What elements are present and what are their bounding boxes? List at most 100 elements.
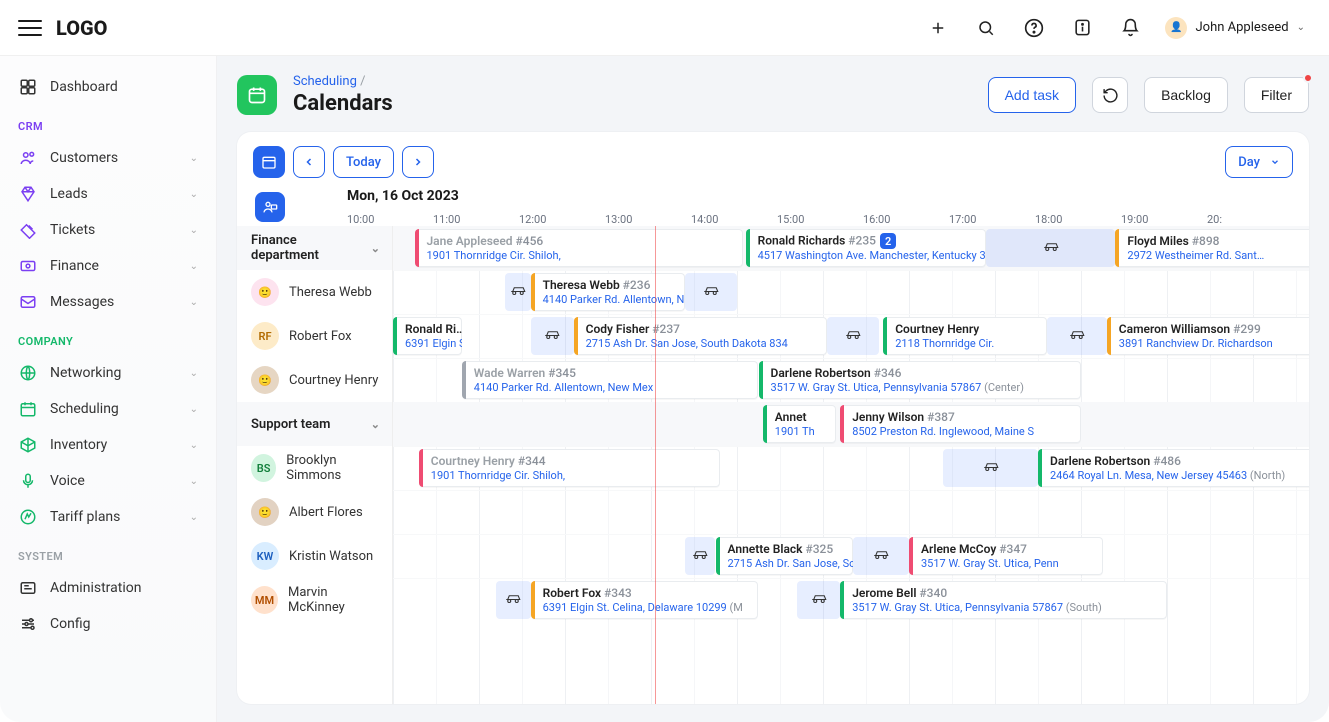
sidebar-item-networking[interactable]: Networking⌄ [8, 356, 208, 390]
travel-block[interactable] [685, 273, 737, 311]
event-address: 3517 W. Gray St. Utica, Penn [921, 557, 1059, 571]
event-address: 2464 Royal Ln. Mesa, New Jersey 45463 (N… [1050, 469, 1285, 483]
travel-block[interactable] [496, 581, 530, 619]
filter-active-indicator [1303, 73, 1313, 83]
info-icon[interactable] [1065, 11, 1099, 45]
sidebar-item-scheduling[interactable]: Scheduling⌄ [8, 392, 208, 426]
sidebar-item-dashboard[interactable]: Dashboard [8, 70, 208, 104]
calendar-event[interactable]: Jerome Bell #3403517 W. Gray St. Utica, … [840, 581, 1167, 619]
time-tick: 19:00 [1121, 213, 1207, 226]
date-label: Mon, 16 Oct 2023 [347, 188, 1293, 208]
resource-row[interactable]: KWKristin Watson [237, 542, 381, 570]
today-button[interactable]: Today [333, 146, 394, 178]
time-tick: 14:00 [691, 213, 777, 226]
menu-toggle[interactable] [18, 16, 42, 40]
travel-block[interactable] [986, 229, 1115, 267]
resource-row[interactable]: BSBrooklyn Simmons [237, 453, 392, 483]
chevron-down-icon: ⌄ [190, 297, 198, 308]
avatar: 🙂 [251, 366, 279, 394]
date-row: Mon, 16 Oct 2023 10:0011:0012:0013:0014:… [237, 188, 1309, 226]
calendar-event[interactable]: Darlene Robertson #4862464 Royal Ln. Mes… [1038, 449, 1309, 487]
resource-name: Robert Fox [289, 329, 352, 344]
resource-row[interactable]: 🙂Theresa Webb [237, 278, 380, 306]
event-title: Wade Warren #345 [474, 366, 653, 381]
calendar-event[interactable]: Darlene Robertson #3463517 W. Gray St. U… [759, 361, 1082, 399]
car-icon [872, 548, 890, 564]
sidebar-item-label: Customers [50, 150, 178, 166]
event-address: 2972 Westheimer Rd. Sant… [1127, 249, 1264, 263]
page-header: Scheduling / Calendars Add task Backlog … [237, 74, 1309, 116]
calendar-event[interactable]: Annette Black #3252715 Ash Dr. San Jose,… [716, 537, 854, 575]
add-task-button[interactable]: Add task [988, 77, 1076, 113]
travel-block[interactable] [1047, 317, 1107, 355]
resource-group[interactable]: Support team⌄ [237, 417, 392, 432]
resource-row[interactable]: 🙂Courtney Henry [237, 366, 386, 394]
calendar-event[interactable]: Jane Appleseed #4561901 Thornridge Cir. … [415, 229, 744, 267]
calendar-event[interactable]: Jenny Wilson #3878502 Preston Rd. Inglew… [840, 405, 1081, 443]
next-day-button[interactable] [402, 146, 434, 178]
calendar-event[interactable]: Courtney Henry2118 Thornridge Cir. [883, 317, 1046, 355]
travel-block[interactable] [531, 317, 574, 355]
event-address: 2715 Ash Dr. San Jose, Sout [728, 557, 846, 571]
travel-block[interactable] [505, 273, 531, 311]
event-address: 6391 Elgin St. Celina, Delaware 10299 (M [543, 601, 743, 615]
calendar-event[interactable]: Annet1901 Th [763, 405, 836, 443]
car-icon [1042, 240, 1060, 256]
event-title: Jane Appleseed #456 [427, 234, 561, 249]
calendar-event[interactable]: Robert Fox #3436391 Elgin St. Celina, De… [531, 581, 759, 619]
travel-block[interactable] [797, 581, 840, 619]
calendar-event[interactable]: Arlene McCoy #3473517 W. Gray St. Utica,… [909, 537, 1103, 575]
sidebar-item-tickets[interactable]: Tickets⌄ [8, 213, 208, 247]
sidebar-item-administration[interactable]: Administration [8, 571, 208, 605]
resource-row[interactable]: 🙂Albert Flores [237, 498, 371, 526]
sidebar-item-label: Networking [50, 365, 178, 381]
calendar-event[interactable]: Theresa Webb #2364140 Parker Rd. Allento… [531, 273, 686, 311]
sidebar-section-company: COMPANY [8, 321, 208, 354]
timeline[interactable]: Jane Appleseed #4561901 Thornridge Cir. … [393, 226, 1309, 704]
travel-block[interactable] [853, 537, 909, 575]
chevron-down-icon: ⌄ [190, 153, 198, 164]
sidebar-item-tariff-plans[interactable]: Tariff plans⌄ [8, 500, 208, 534]
sidebar-item-voice[interactable]: Voice⌄ [8, 464, 208, 498]
user-menu[interactable]: 👤 John Appleseed ⌄ [1161, 17, 1309, 39]
search-icon[interactable] [969, 11, 1003, 45]
sidebar-item-label: Tariff plans [50, 509, 178, 525]
help-icon[interactable] [1017, 11, 1051, 45]
sidebar-item-leads[interactable]: Leads⌄ [8, 177, 208, 211]
time-tick: 10:00 [347, 213, 433, 226]
refresh-button[interactable] [1092, 77, 1128, 113]
sidebar-item-finance[interactable]: Finance⌄ [8, 249, 208, 283]
bell-icon[interactable] [1113, 11, 1147, 45]
add-icon[interactable] [921, 11, 955, 45]
filter-button[interactable]: Filter [1244, 77, 1309, 113]
breadcrumb-parent[interactable]: Scheduling [293, 74, 357, 89]
view-select[interactable]: Day [1225, 146, 1293, 178]
calendar-event[interactable]: Courtney Henry #3441901 Thornridge Cir. … [419, 449, 720, 487]
resource-row[interactable]: MMMarvin McKinney [237, 585, 392, 615]
calendar-event[interactable]: Cody Fisher #2372715 Ash Dr. San Jose, S… [574, 317, 828, 355]
sidebar-item-messages[interactable]: Messages⌄ [8, 285, 208, 319]
calendar-event[interactable]: Cameron Williamson #2993891 Ranchview Dr… [1107, 317, 1309, 355]
resource-name: Albert Flores [289, 505, 363, 520]
resource-row[interactable]: RFRobert Fox [237, 322, 360, 350]
backlog-button[interactable]: Backlog [1144, 77, 1228, 113]
sidebar-item-inventory[interactable]: Inventory⌄ [8, 428, 208, 462]
event-address: 3891 Ranchview Dr. Richardson [1119, 337, 1273, 351]
chevron-down-icon: ⌄ [190, 225, 198, 236]
travel-block[interactable] [827, 317, 879, 355]
inventory-icon [18, 435, 38, 455]
prev-day-button[interactable] [293, 146, 325, 178]
calendar-event[interactable]: Wade Warren #3454140 Parker Rd. Allentow… [462, 361, 759, 399]
resource-group[interactable]: Finance department⌄ [237, 233, 392, 263]
travel-block[interactable] [943, 449, 1038, 487]
resource-column-header [253, 192, 347, 226]
resource-view-toggle[interactable] [253, 146, 285, 178]
sidebar-item-config[interactable]: Config [8, 607, 208, 641]
calendar-event[interactable]: Floyd Miles #8982972 Westheimer Rd. Sant… [1115, 229, 1309, 267]
car-icon [1068, 328, 1086, 344]
calendar-event[interactable]: Ronald Richards #23524517 Washington Ave… [746, 229, 987, 267]
sidebar-item-customers[interactable]: Customers ⌄ [8, 141, 208, 175]
travel-block[interactable] [685, 537, 715, 575]
event-title: Robert Fox #343 [543, 586, 743, 601]
calendar-event[interactable]: Ronald Ri…6391 Elgin S [393, 317, 462, 355]
